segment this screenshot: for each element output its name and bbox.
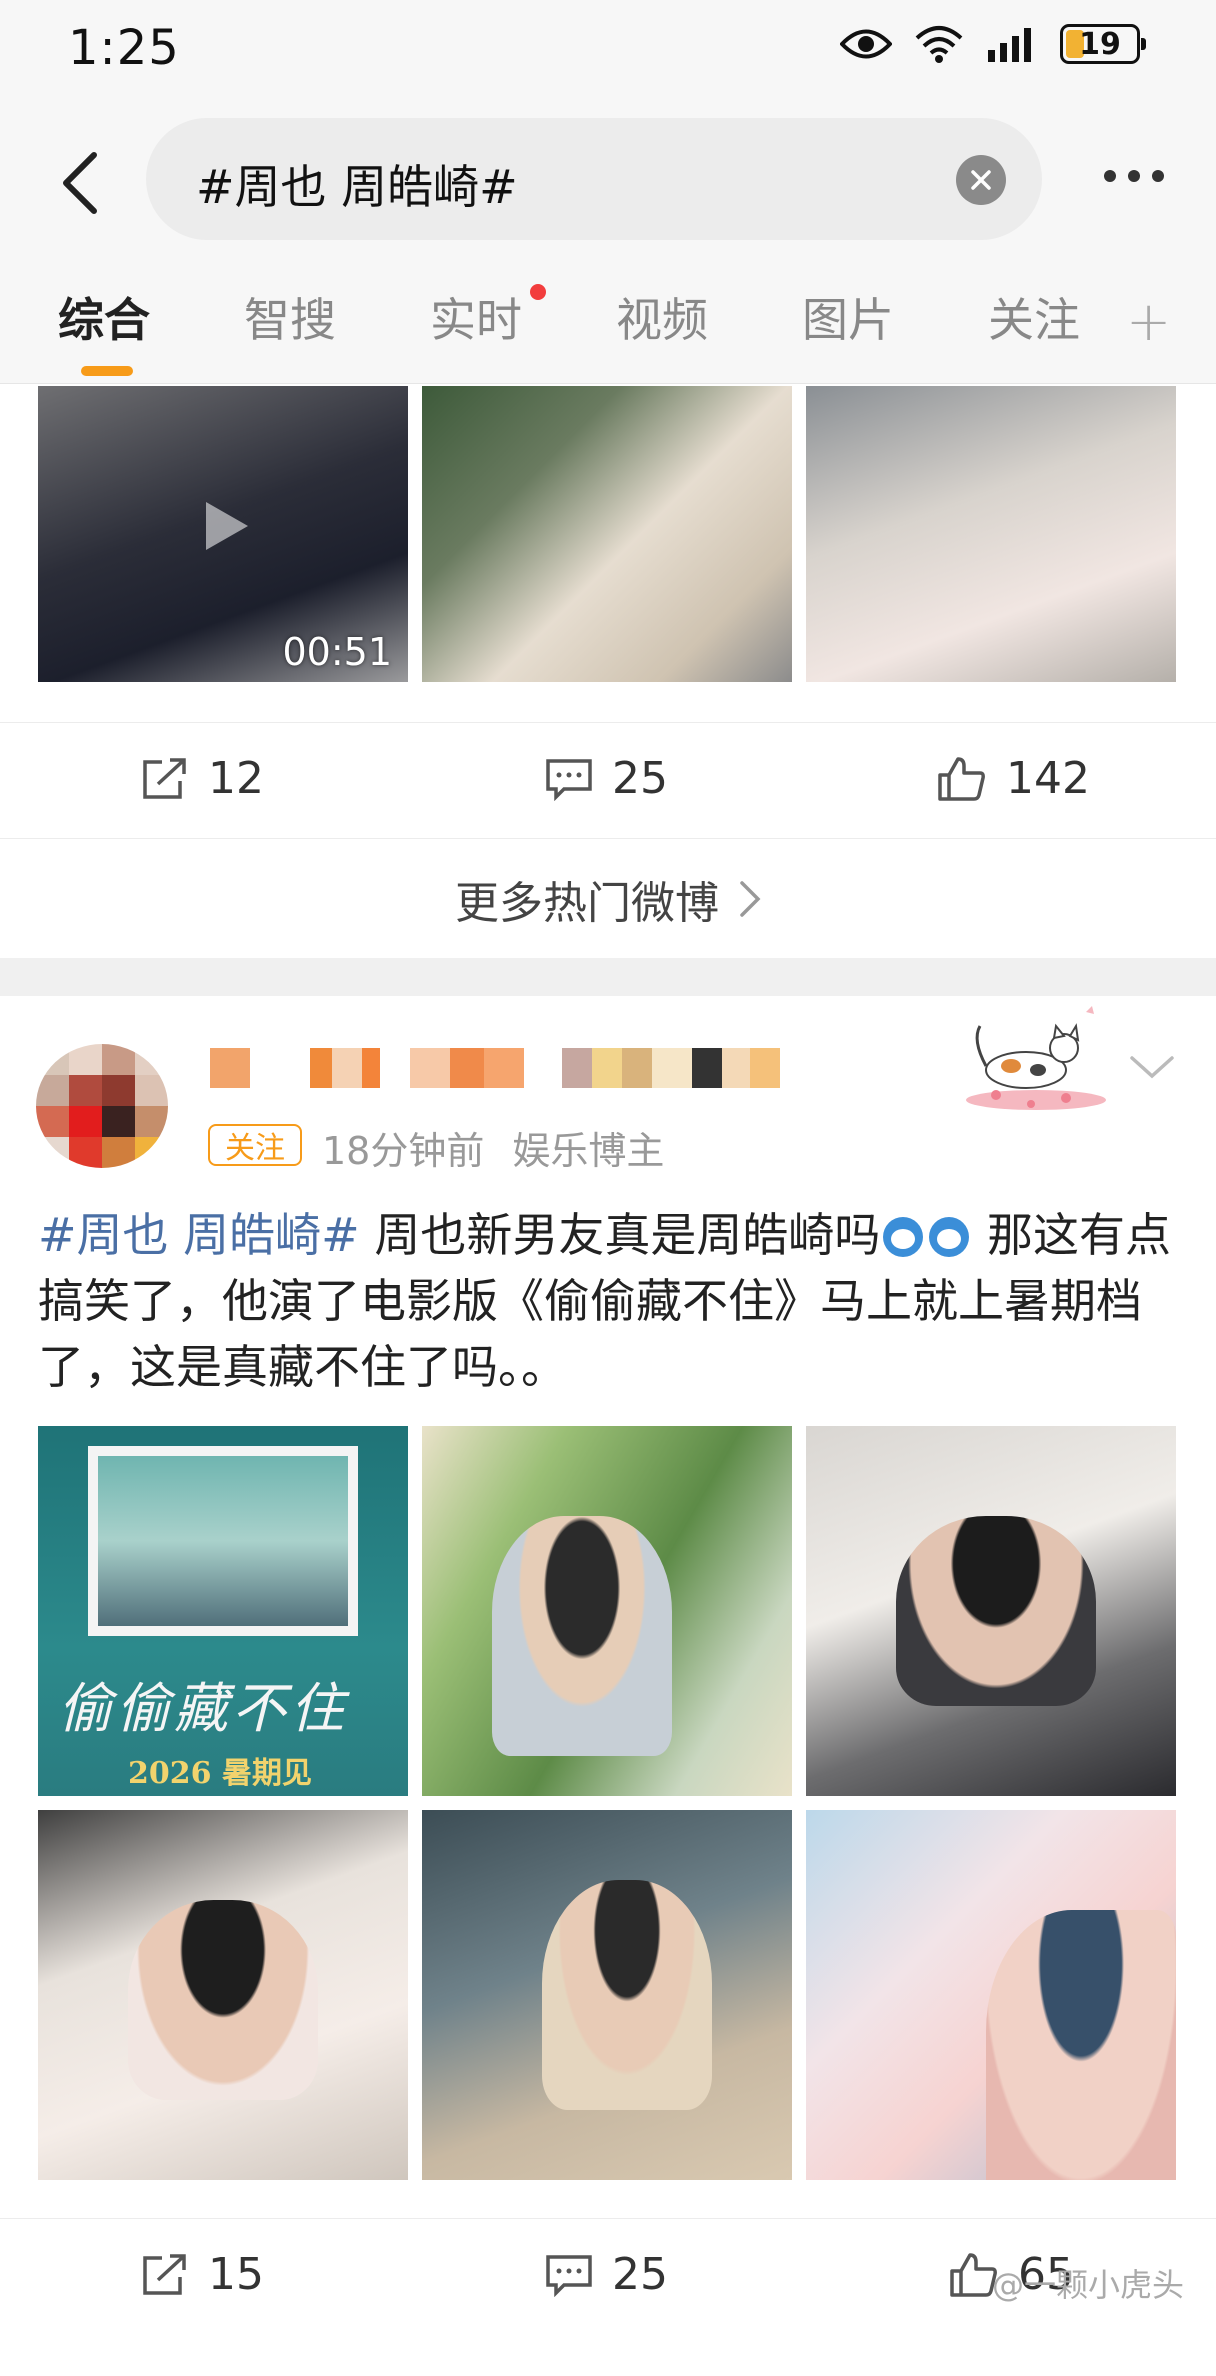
post-text: #周也 周皓崎# 周也新男友真是周皓崎吗 那这有点搞笑了，他演了电影版《偷偷藏不… [38,1202,1178,1400]
tab-images[interactable]: 图片 [802,284,894,350]
battery-level: 19 [1079,26,1121,62]
thumbs-up-icon [938,756,985,801]
post-action-bar: 12 25 142 [0,722,1216,838]
eye-icon [840,29,892,59]
status-bar: 1:25 19 [0,0,1216,100]
poster-date: 2026 暑期见 [128,1756,312,1791]
back-icon[interactable] [52,145,108,221]
post-meta: 18分钟前 娱乐博主 [322,1120,664,1175]
chevron-down-icon[interactable] [1128,1054,1176,1082]
cat-sticker-icon [966,1006,1106,1110]
status-icons: 19 [840,24,1146,64]
tab-comprehensive[interactable]: 综合 [58,284,150,350]
post-image[interactable] [422,1810,792,2180]
tab-following[interactable]: 关注 [988,284,1080,350]
like-button[interactable]: 142 [936,753,1090,804]
chevron-right-icon [740,880,761,917]
repost-button[interactable]: 15 [140,2249,264,2300]
more-hot-label: 更多热门微博 [455,877,719,929]
post-image[interactable] [422,386,792,682]
notification-dot [530,284,546,300]
comment-button[interactable]: 25 [544,753,668,804]
repost-count: 15 [208,2249,264,2300]
comment-count: 25 [612,753,668,804]
poster-title: 偷偷藏不住 [58,1677,348,1740]
active-tab-indicator [81,366,133,376]
more-hot-posts-link[interactable]: 更多热门微博 [0,838,1216,958]
doraemon-emoji-icon [883,1217,924,1257]
doraemon-emoji-icon [929,1217,970,1257]
signal-icon [988,28,1031,62]
repost-count: 12 [208,753,264,804]
tab-realtime[interactable]: 实时 [430,284,522,350]
search-header: #周也 周皓崎# [0,100,1216,260]
play-icon [206,502,248,550]
comment-icon [546,2254,592,2297]
search-input[interactable]: #周也 周皓崎# [146,118,1042,240]
search-query: #周也 周皓崎# [196,160,518,214]
author-role: 娱乐博主 [512,1129,665,1173]
repost-icon [143,2253,186,2295]
comment-count: 25 [612,2249,668,2300]
like-count: 142 [1006,753,1090,804]
avatar[interactable] [36,1044,168,1168]
post-image[interactable] [38,1810,408,2180]
tab-video[interactable]: 视频 [616,284,708,350]
post-image[interactable] [806,1426,1176,1796]
watermark: @一颗小虎头 [992,2266,1185,2304]
tab-smart-search[interactable]: 智搜 [244,284,336,350]
post-topic-link[interactable]: #周也 周皓崎# [38,1208,360,1262]
follow-button[interactable]: 关注 [208,1124,302,1166]
wifi-icon [915,26,963,63]
battery-icon: 19 [1060,24,1146,64]
search-tabs: 综合 智搜 实时 视频 图片 关注 + [0,260,1216,384]
video-duration: 00:51 [282,630,392,674]
video-thumbnail[interactable]: 00:51 [38,386,408,682]
post-text-part1: 周也新男友真是周皓崎吗 [359,1208,881,1262]
post-image-poster[interactable]: 偷偷藏不住 2026 暑期见 [38,1426,408,1796]
repost-icon [143,757,186,799]
poster-photo-frame [88,1446,358,1636]
clear-icon[interactable] [956,155,1006,205]
comment-icon [546,758,592,801]
section-separator [0,958,1216,996]
add-tab-icon[interactable]: + [1126,290,1171,353]
post-image[interactable] [806,386,1176,682]
post-image-poster[interactable] [806,1810,1176,2180]
comment-button[interactable]: 25 [544,2249,668,2300]
repost-button[interactable]: 12 [140,753,264,804]
more-options-icon[interactable] [1104,170,1164,182]
username-blurred[interactable] [210,1048,810,1088]
status-time: 1:25 [68,20,180,76]
post-image[interactable] [422,1426,792,1796]
post-time: 18分钟前 [322,1129,485,1173]
